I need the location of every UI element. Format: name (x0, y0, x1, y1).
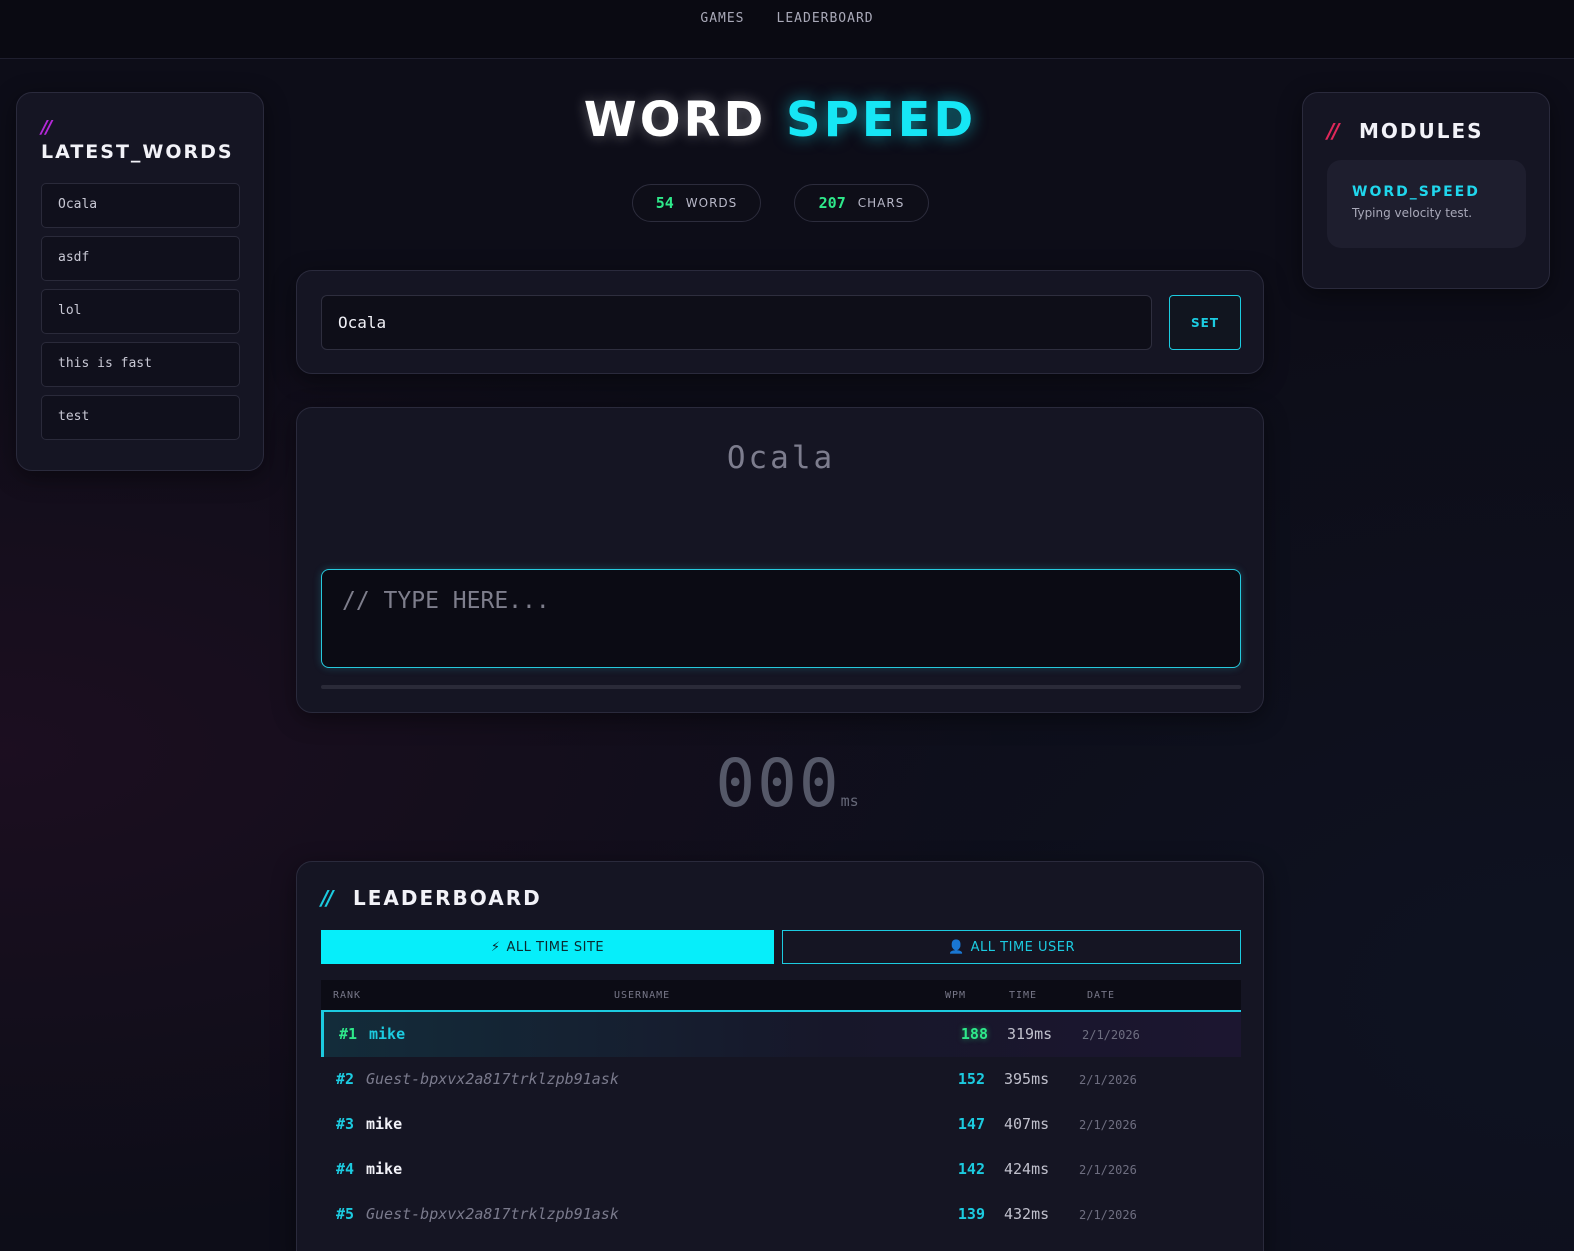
top-nav: GAMES LEADERBOARD (0, 0, 1574, 59)
tab-label: ALL TIME SITE (506, 939, 605, 955)
modules-panel: // MODULES WORD_SPEED Typing velocity te… (1302, 92, 1550, 289)
chars-count-badge: 207 CHARS (794, 184, 929, 222)
set-button[interactable]: SET (1169, 295, 1241, 350)
row-username: mike (369, 1025, 406, 1043)
word-item[interactable]: lol (41, 289, 240, 334)
row-wpm: 152 (957, 1070, 985, 1088)
tab-all-time-site[interactable]: ⚡ ALL TIME SITE (321, 930, 774, 964)
row-wpm: 142 (957, 1160, 985, 1178)
row-rank: #3 (336, 1115, 355, 1133)
latest-words-list: Ocala asdf lol this is fast test (41, 183, 240, 448)
row-time: 432ms (1004, 1205, 1050, 1223)
module-card-word-speed[interactable]: WORD_SPEED Typing velocity test. (1327, 160, 1526, 248)
chars-count: 207 (818, 194, 846, 212)
leaderboard-title: LEADERBOARD (353, 886, 542, 910)
timer-display: 000ms (0, 745, 1574, 822)
table-row[interactable]: #2 Guest-bpxvx2a817trklzpb91ask 152 395m… (321, 1057, 1241, 1102)
words-count-badge: 54 WORDS (632, 184, 761, 222)
column-rank: RANK (333, 990, 362, 1001)
set-word-panel: SET (296, 270, 1264, 374)
user-icon: 👤 (947, 939, 965, 955)
title-word: WORD (583, 92, 767, 148)
word-input[interactable] (321, 295, 1152, 350)
column-date: DATE (1087, 990, 1116, 1001)
row-date: 2/1/2026 (1082, 1028, 1140, 1042)
word-item[interactable]: asdf (41, 236, 240, 281)
typing-panel: Ocala (296, 407, 1264, 713)
page-title: WORD SPEED (296, 92, 1264, 148)
timer-value: 000 (715, 745, 841, 822)
nav-games-link[interactable]: GAMES (700, 11, 744, 29)
table-header: RANK USERNAME WPM TIME DATE (321, 980, 1241, 1012)
row-username: Guest-bpxvx2a817trklzpb91ask (366, 1070, 619, 1088)
timer-unit: ms (840, 792, 859, 810)
row-date: 2/1/2026 (1079, 1208, 1137, 1222)
latest-words-title: LATEST_WORDS (41, 141, 234, 163)
tab-all-time-user[interactable]: 👤 ALL TIME USER (782, 930, 1241, 964)
row-wpm: 139 (957, 1205, 985, 1223)
row-wpm: 188 (960, 1025, 988, 1043)
nav-leaderboard-link[interactable]: LEADERBOARD (777, 11, 874, 29)
word-item[interactable]: this is fast (41, 342, 240, 387)
row-date: 2/1/2026 (1079, 1163, 1137, 1177)
row-rank: #4 (336, 1160, 355, 1178)
row-rank: #5 (336, 1205, 355, 1223)
words-label: WORDS (685, 196, 738, 210)
word-item[interactable]: Ocala (41, 183, 240, 228)
modules-title: MODULES (1359, 119, 1484, 143)
table-row[interactable]: #4 mike 142 424ms 2/1/2026 (321, 1147, 1241, 1192)
row-wpm: 147 (957, 1115, 985, 1133)
row-time: 424ms (1004, 1160, 1050, 1178)
lightning-icon: ⚡ (490, 939, 501, 955)
word-item[interactable]: test (41, 395, 240, 440)
slashes-icon: // (321, 886, 334, 910)
chars-label: CHARS (857, 196, 905, 210)
leaderboard-table: RANK USERNAME WPM TIME DATE #1 mike 188 … (321, 980, 1241, 1237)
table-row[interactable]: #1 mike 188 319ms 2/1/2026 (321, 1012, 1241, 1057)
row-time: 395ms (1004, 1070, 1050, 1088)
words-count: 54 (655, 194, 674, 212)
table-row[interactable]: #3 mike 147 407ms 2/1/2026 (321, 1102, 1241, 1147)
module-name: WORD_SPEED (1352, 184, 1480, 200)
module-description: Typing velocity test. (1352, 206, 1473, 220)
tab-label: ALL TIME USER (970, 939, 1076, 955)
row-username: mike (366, 1115, 403, 1133)
row-date: 2/1/2026 (1079, 1118, 1137, 1132)
progress-bar (321, 685, 1241, 689)
row-date: 2/1/2026 (1079, 1073, 1137, 1087)
slashes-icon: // (1327, 119, 1340, 143)
slashes-icon: // (41, 117, 52, 138)
row-rank: #2 (336, 1070, 355, 1088)
row-time: 319ms (1007, 1025, 1053, 1043)
row-time: 407ms (1004, 1115, 1050, 1133)
column-username: USERNAME (614, 990, 671, 1001)
row-username: mike (366, 1160, 403, 1178)
leaderboard-panel: // LEADERBOARD ⚡ ALL TIME SITE 👤 ALL TIM… (296, 861, 1264, 1251)
latest-words-panel: // LATEST_WORDS Ocala asdf lol this is f… (16, 92, 264, 471)
row-rank: #1 (339, 1025, 358, 1043)
table-row[interactable]: #5 Guest-bpxvx2a817trklzpb91ask 139 432m… (321, 1192, 1241, 1237)
title-speed: SPEED (786, 92, 977, 148)
column-time: TIME (1009, 990, 1038, 1001)
typing-input[interactable] (321, 569, 1241, 668)
column-wpm: WPM (945, 990, 967, 1001)
row-username: Guest-bpxvx2a817trklzpb91ask (366, 1205, 619, 1223)
target-word: Ocala (726, 440, 836, 476)
